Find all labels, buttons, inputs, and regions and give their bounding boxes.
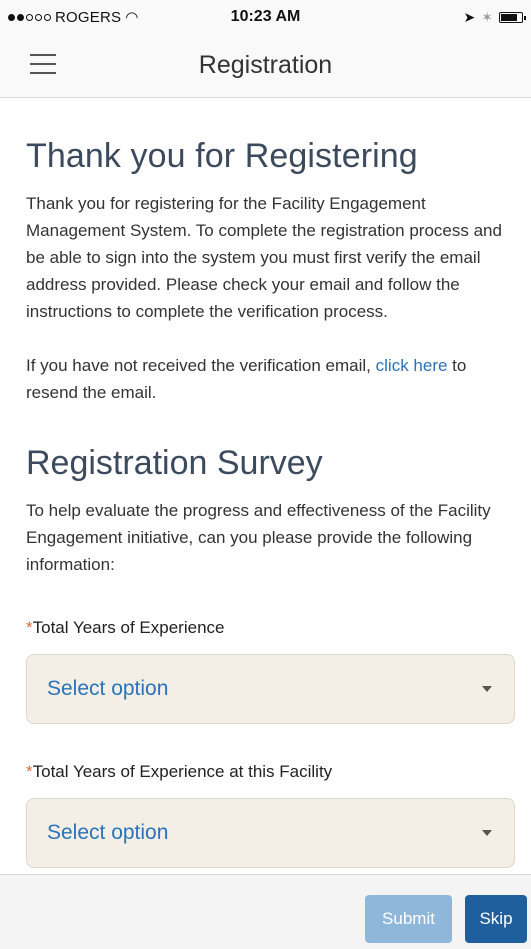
- status-time: 10:23 AM: [230, 8, 301, 25]
- resend-email-link[interactable]: click here: [376, 356, 448, 375]
- caret-down-icon: [482, 686, 492, 692]
- thanks-heading: Thank you for Registering: [26, 137, 418, 175]
- battery-icon: [499, 11, 526, 23]
- page-title: Registration: [198, 51, 333, 79]
- footer-bar: Submit Skip: [0, 874, 531, 949]
- hamburger-menu-icon[interactable]: [30, 54, 56, 74]
- resend-paragraph: If you have not received the verificatio…: [26, 352, 505, 406]
- wifi-icon: ◠: [125, 9, 139, 26]
- main-content[interactable]: Thank you for Registering Thank you for …: [0, 99, 531, 874]
- resend-text-before: If you have not received the verificatio…: [26, 356, 376, 375]
- status-right: ➤ ✶: [463, 8, 526, 26]
- submit-button[interactable]: Submit: [365, 895, 452, 943]
- skip-button[interactable]: Skip: [465, 895, 527, 943]
- status-left: ROGERS ◠: [8, 8, 138, 26]
- select-value: Select option: [47, 821, 169, 844]
- signal-strength-icon: [8, 13, 51, 21]
- status-bar: ROGERS ◠ 10:23 AM ➤ ✶: [0, 0, 531, 34]
- total-experience-select[interactable]: Select option: [26, 654, 515, 724]
- nav-bar: Registration: [0, 34, 531, 98]
- survey-heading: Registration Survey: [26, 444, 323, 482]
- thanks-paragraph: Thank you for registering for the Facili…: [26, 194, 502, 321]
- required-mark: *: [26, 762, 33, 781]
- required-mark: *: [26, 618, 33, 637]
- select-value: Select option: [47, 677, 169, 700]
- field-label-facility-experience: *Total Years of Experience at this Facil…: [26, 762, 333, 781]
- caret-down-icon: [482, 830, 492, 836]
- facility-experience-select[interactable]: Select option: [26, 798, 515, 868]
- survey-intro: To help evaluate the progress and effect…: [26, 501, 491, 574]
- bluetooth-icon: ✶: [481, 8, 493, 25]
- location-arrow-icon: ➤: [463, 8, 476, 25]
- field-label-total-experience: *Total Years of Experience: [26, 618, 225, 637]
- carrier-name: ROGERS: [55, 8, 122, 26]
